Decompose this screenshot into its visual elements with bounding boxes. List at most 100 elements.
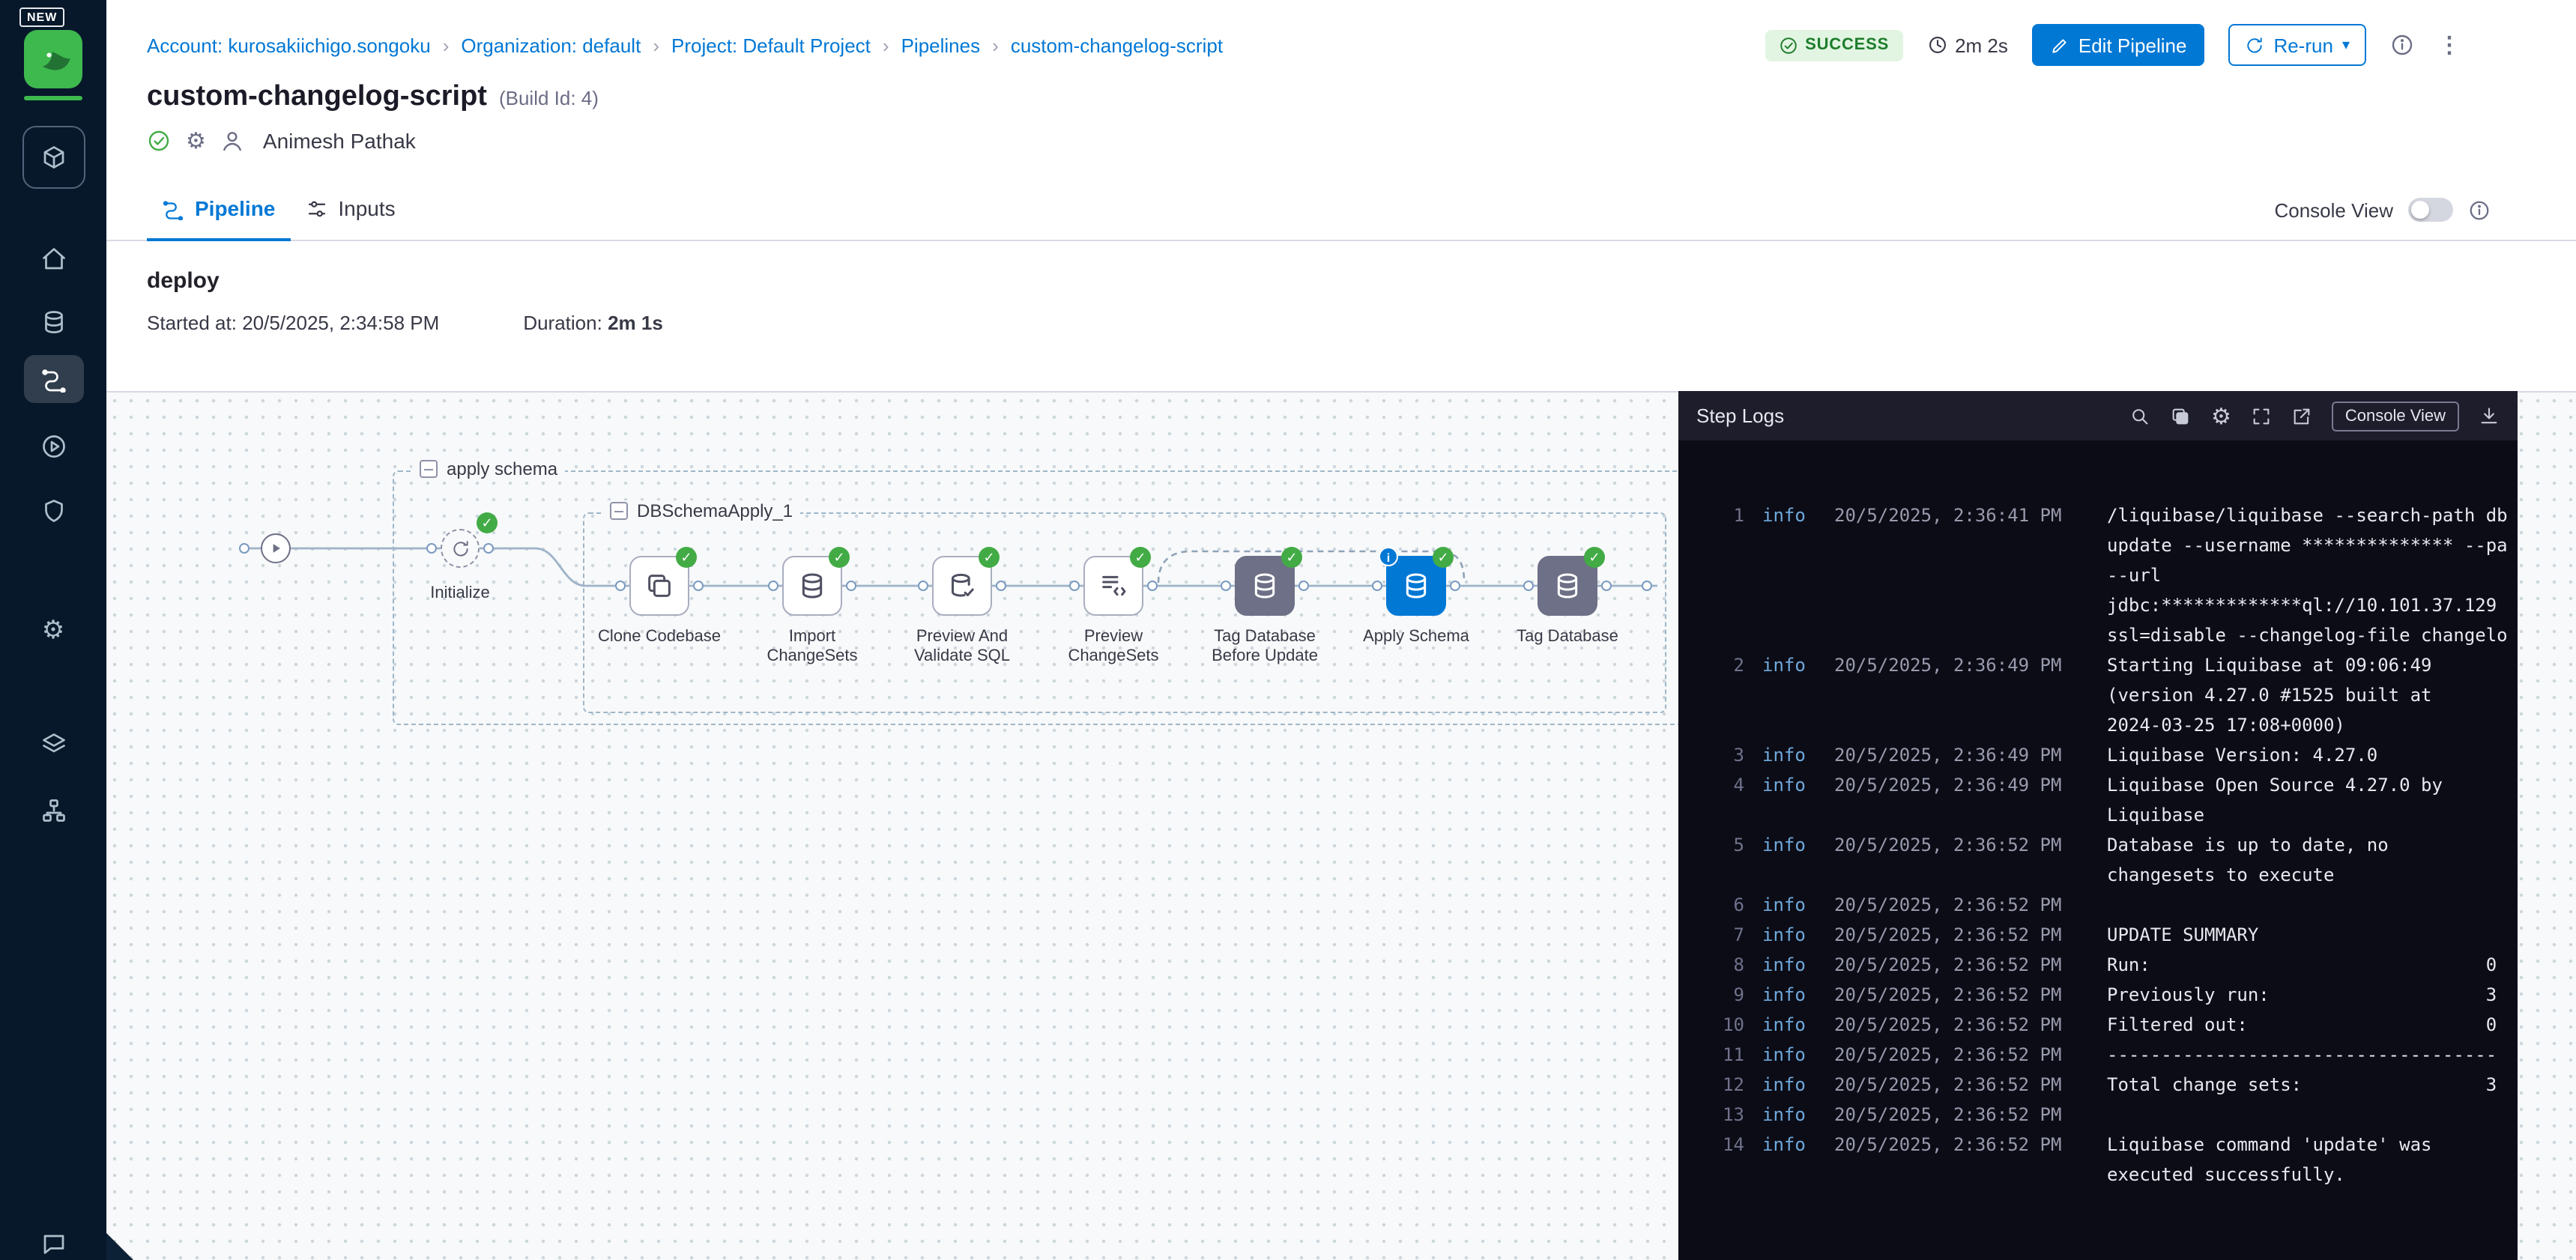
home-icon[interactable]: [23, 237, 83, 282]
breadcrumb: Account: kurosakiichigo.songoku Organiza…: [147, 34, 1765, 56]
node-preview-and-validate-sql[interactable]: ✓ Preview And Validate SQL: [895, 556, 1030, 667]
log-line: 3info20/5/2025, 2:36:49 PMLiquibase Vers…: [1678, 740, 2518, 770]
sliders-icon: [305, 197, 327, 219]
pencil-icon: [2050, 35, 2069, 55]
title-row: custom-changelog-script (Build Id: 4): [106, 66, 2576, 114]
pipeline-tab-icon: [162, 197, 184, 219]
log-settings-gear-icon[interactable]: ⚙: [2211, 402, 2231, 429]
main-area: Account: kurosakiichigo.songoku Organiza…: [106, 0, 2576, 1260]
elapsed-time: 2m 2s: [1926, 34, 2008, 56]
status-check-icon: ✓: [477, 512, 498, 533]
harness-logo[interactable]: [24, 30, 82, 88]
log-line: 4info20/5/2025, 2:36:49 PMLiquibase Open…: [1678, 770, 2518, 830]
duration: Duration: 2m 1s: [523, 312, 663, 334]
shield-icon[interactable]: [23, 488, 83, 533]
breadcrumb-pipelines[interactable]: Pipelines: [883, 34, 980, 56]
node-label: Initialize: [400, 584, 520, 602]
log-line: 7info20/5/2025, 2:36:52 PMUPDATE SUMMARY: [1678, 920, 2518, 950]
node-tag-database-before-update[interactable]: ✓ Tag Database Before Update: [1197, 556, 1332, 667]
node-preview-changesets[interactable]: ✓ Preview ChangeSets: [1046, 556, 1181, 667]
tab-pipeline[interactable]: Pipeline: [147, 196, 290, 241]
org-structure-icon[interactable]: [23, 788, 83, 833]
tab-inputs[interactable]: Inputs: [290, 196, 410, 241]
pipelines-icon[interactable]: [23, 355, 83, 403]
database-module-icon[interactable]: [23, 300, 83, 345]
log-line: 13info20/5/2025, 2:36:52 PM: [1678, 1100, 2518, 1130]
rerun-button[interactable]: Re-run ▾: [2228, 24, 2366, 66]
header-row: Account: kurosakiichigo.songoku Organiza…: [106, 0, 2576, 66]
settings-gear-icon[interactable]: ⚙: [23, 607, 83, 652]
executions-icon[interactable]: [23, 424, 83, 469]
start-node[interactable]: [261, 533, 291, 563]
download-icon[interactable]: [2479, 405, 2500, 426]
console-view-toggle[interactable]: [2408, 198, 2453, 222]
console-view-label: Console View: [2274, 199, 2393, 221]
changeset-list-icon: [1098, 571, 1128, 601]
clock-icon: [1926, 34, 1947, 55]
log-line: 14info20/5/2025, 2:36:52 PMLiquibase com…: [1678, 1130, 2518, 1190]
node-clone-codebase[interactable]: ✓ Clone Codebase: [592, 556, 727, 647]
console-view-info-icon[interactable]: [2468, 199, 2491, 221]
status-check-icon: ✓: [1433, 547, 1454, 568]
edit-pipeline-button[interactable]: Edit Pipeline: [2032, 24, 2205, 66]
breadcrumb-project[interactable]: Project: Default Project: [653, 34, 871, 56]
app-root: NEW ⚙: [0, 0, 2576, 1260]
database-check-icon: [947, 571, 977, 601]
breadcrumb-account[interactable]: Account: kurosakiichigo.songoku: [147, 34, 431, 56]
node-import-changesets[interactable]: ✓ Import ChangeSets: [745, 556, 880, 667]
search-icon[interactable]: [2130, 405, 2151, 426]
breadcrumb-organization[interactable]: Organization: default: [443, 34, 641, 56]
database-icon: [1250, 571, 1280, 601]
log-line: 11info20/5/2025, 2:36:52 PM-------------…: [1678, 1040, 2518, 1070]
content-row: apply schema DBSchemaApply_1 ✓: [106, 391, 2576, 1260]
log-line: 8info20/5/2025, 2:36:52 PMRun: 0: [1678, 950, 2518, 980]
new-badge: NEW: [19, 7, 64, 27]
node-tag-database[interactable]: ✓ Tag Database: [1500, 556, 1635, 647]
node-initialize[interactable]: [441, 529, 480, 568]
collapse-icon[interactable]: [610, 502, 628, 520]
kebab-menu-icon[interactable]: ⋮: [2438, 31, 2461, 58]
status-check-icon: ✓: [1281, 547, 1302, 568]
pipeline-settings-gear-icon[interactable]: ⚙: [186, 127, 206, 154]
log-console-view-button[interactable]: Console View: [2332, 401, 2459, 431]
module-selector-icon[interactable]: [22, 126, 85, 189]
user-icon: [221, 129, 245, 153]
status-check-icon: ✓: [979, 547, 1000, 568]
log-line: 6info20/5/2025, 2:36:52 PM: [1678, 890, 2518, 920]
tabbar: Pipeline Inputs Console View: [106, 178, 2576, 241]
status-check-icon: ✓: [1130, 547, 1151, 568]
page-title: custom-changelog-script: [147, 81, 487, 114]
status-check-icon: ✓: [829, 547, 850, 568]
node-apply-schema[interactable]: i✓ Apply Schema: [1349, 556, 1484, 647]
step-logs-body[interactable]: 1info20/5/2025, 2:36:41 PM/liquibase/liq…: [1678, 440, 2518, 1260]
step-logs-header: Step Logs ⚙ Console View: [1678, 391, 2518, 440]
sidebar: NEW ⚙: [0, 0, 106, 1260]
copy-icon[interactable]: [2171, 405, 2192, 426]
status-check-icon: ✓: [1584, 547, 1605, 568]
console-view-control: Console View: [2274, 198, 2491, 240]
author-row: ⚙ Animesh Pathak: [106, 114, 2576, 154]
external-link-icon[interactable]: [2291, 405, 2312, 426]
pipeline-info-icon[interactable]: [2390, 33, 2414, 57]
database-icon: [1401, 571, 1431, 601]
stage-group-label: apply schema: [412, 458, 565, 479]
status-badge: SUCCESS: [1765, 29, 1902, 61]
database-icon: [797, 571, 827, 601]
info-badge-icon: i: [1379, 547, 1398, 566]
header-actions: SUCCESS 2m 2s Edit Pipeline Re-run ▾: [1765, 24, 2461, 66]
log-line: 10info20/5/2025, 2:36:52 PMFiltered out:…: [1678, 1010, 2518, 1040]
log-line: 12info20/5/2025, 2:36:52 PMTotal change …: [1678, 1070, 2518, 1100]
step-group-label: DBSchemaApply_1: [602, 500, 800, 521]
log-fullscreen-icon[interactable]: [2251, 405, 2272, 426]
author-name: Animesh Pathak: [263, 129, 416, 153]
active-module-underline: [24, 96, 82, 100]
chat-icon[interactable]: [23, 1223, 83, 1260]
layers-icon[interactable]: [23, 722, 83, 767]
stage-meta: Started at: 20/5/2025, 2:34:58 PM Durati…: [147, 312, 2536, 334]
stage-strip: deploy Started at: 20/5/2025, 2:34:58 PM…: [106, 241, 2576, 391]
stage-name: deploy: [147, 268, 2536, 294]
step-logs-title: Step Logs: [1696, 405, 2111, 427]
breadcrumb-pipeline-name[interactable]: custom-changelog-script: [992, 34, 1223, 56]
collapse-icon[interactable]: [420, 460, 438, 478]
database-icon: [1552, 571, 1582, 601]
